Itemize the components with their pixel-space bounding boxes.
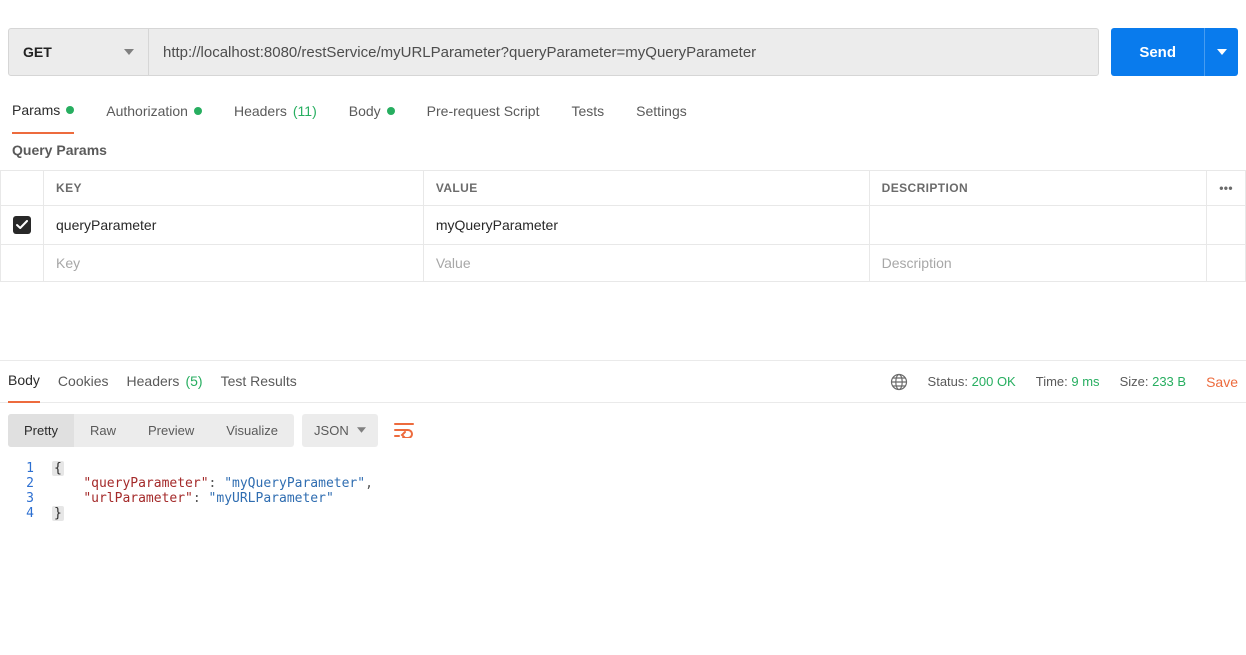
code-brace: } [52,506,64,521]
status: Status: 200 OK [928,374,1016,389]
resp-tab-headers[interactable]: Headers (5) [127,361,203,402]
globe-icon[interactable] [890,373,908,391]
col-checkbox [1,171,44,206]
table-row: queryParameter myQueryParameter [1,206,1246,245]
line-number: 1 [0,461,52,476]
view-pretty[interactable]: Pretty [8,414,74,447]
param-value-placeholder[interactable]: Value [423,245,869,282]
tab-count: (5) [185,373,202,389]
code-brace: { [52,461,64,476]
save-response-button[interactable]: Save [1206,374,1238,390]
tab-label: Body [8,372,40,388]
view-visualize[interactable]: Visualize [210,414,294,447]
method-select[interactable]: GET [9,29,149,75]
table-row-new: Key Value Description [1,245,1246,282]
tab-body[interactable]: Body [349,92,395,133]
tab-label: Cookies [58,373,109,389]
row-checkbox-empty [1,245,44,282]
resp-tab-cookies[interactable]: Cookies [58,361,109,402]
json-key: "queryParameter" [83,476,208,491]
time: Time: 9 ms [1036,374,1100,389]
tab-count: (11) [293,103,317,119]
response-body-viewer[interactable]: 1 { 2 "queryParameter": "myQueryParamete… [0,457,1246,521]
view-preview[interactable]: Preview [132,414,210,447]
tab-label: Headers [127,373,180,389]
tab-settings[interactable]: Settings [636,92,687,133]
send-button-group: Send [1111,28,1238,76]
tab-pre-request-script[interactable]: Pre-request Script [427,92,540,133]
tab-label: Headers [234,103,287,119]
status-dot-icon [66,106,74,114]
param-description-placeholder[interactable]: Description [869,245,1207,282]
request-bar: GET Send [0,0,1246,92]
size-value: 233 B [1152,374,1186,389]
chevron-down-icon [357,427,366,433]
json-key: "urlParameter" [83,491,193,506]
status-label: Status: [928,374,968,389]
url-input[interactable] [149,29,1098,75]
wrap-lines-button[interactable] [386,413,422,447]
param-description[interactable] [869,206,1207,245]
row-checkbox[interactable] [1,206,44,245]
send-menu-button[interactable] [1204,28,1238,76]
method-url-group: GET [8,28,1099,76]
response-header-bar: Body Cookies Headers (5) Test Results [0,361,1246,403]
tab-label: Tests [571,103,604,119]
checkmark-icon [13,216,31,234]
col-key: KEY [44,171,424,206]
chevron-down-icon [1217,49,1227,55]
size-label: Size: [1120,374,1149,389]
query-params-title: Query Params [0,134,1246,170]
wrap-icon [394,422,414,438]
time-value: 9 ms [1071,374,1099,389]
tab-headers[interactable]: Headers (11) [234,92,317,133]
status-value: 200 OK [972,374,1016,389]
tab-params[interactable]: Params [12,92,74,134]
language-label: JSON [314,423,349,438]
col-description: DESCRIPTION [869,171,1207,206]
tab-label: Authorization [106,103,188,119]
method-label: GET [23,44,52,60]
row-options [1207,245,1246,282]
tab-label: Body [349,103,381,119]
chevron-down-icon [124,49,134,55]
size: Size: 233 B [1120,374,1187,389]
line-number: 3 [0,491,52,506]
status-dot-icon [194,107,202,115]
tab-authorization[interactable]: Authorization [106,92,202,133]
param-value[interactable]: myQueryParameter [423,206,869,245]
time-label: Time: [1036,374,1068,389]
json-value: "myQueryParameter" [224,476,365,491]
status-dot-icon [387,107,395,115]
line-number: 4 [0,506,52,521]
response-section: Body Cookies Headers (5) Test Results [0,360,1246,521]
param-key-placeholder[interactable]: Key [44,245,424,282]
tab-label: Settings [636,103,687,119]
row-options [1207,206,1246,245]
tab-label: Test Results [221,373,297,389]
resp-tab-body[interactable]: Body [8,361,40,403]
tab-label: Params [12,102,60,118]
language-select[interactable]: JSON [302,414,378,447]
send-button[interactable]: Send [1111,28,1204,76]
response-meta: Status: 200 OK Time: 9 ms Size: 233 B Sa… [890,373,1242,391]
tab-label: Pre-request Script [427,103,540,119]
col-value: VALUE [423,171,869,206]
body-view-toolbar: Pretty Raw Preview Visualize JSON [0,403,1246,457]
response-tabs: Body Cookies Headers (5) Test Results [4,361,297,402]
resp-tab-test-results[interactable]: Test Results [221,361,297,402]
view-mode-group: Pretty Raw Preview Visualize [8,414,294,447]
json-value: "myURLParameter" [209,491,334,506]
view-raw[interactable]: Raw [74,414,132,447]
query-params-table: KEY VALUE DESCRIPTION ••• queryParameter… [0,170,1246,282]
col-options[interactable]: ••• [1207,171,1246,206]
request-tabs: Params Authorization Headers (11) Body P… [0,92,1246,134]
line-number: 2 [0,476,52,491]
param-key[interactable]: queryParameter [44,206,424,245]
tab-tests[interactable]: Tests [571,92,604,133]
